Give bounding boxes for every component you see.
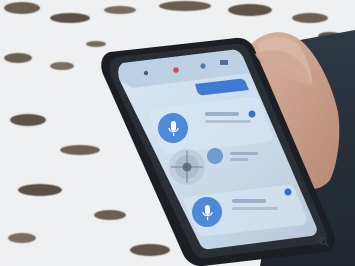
fab-primary-button[interactable] — [158, 113, 188, 143]
dial-control[interactable] — [169, 149, 205, 185]
search-button[interactable] — [316, 234, 332, 250]
header-chip-button[interactable] — [195, 79, 249, 96]
fab-secondary-button[interactable] — [192, 197, 222, 227]
